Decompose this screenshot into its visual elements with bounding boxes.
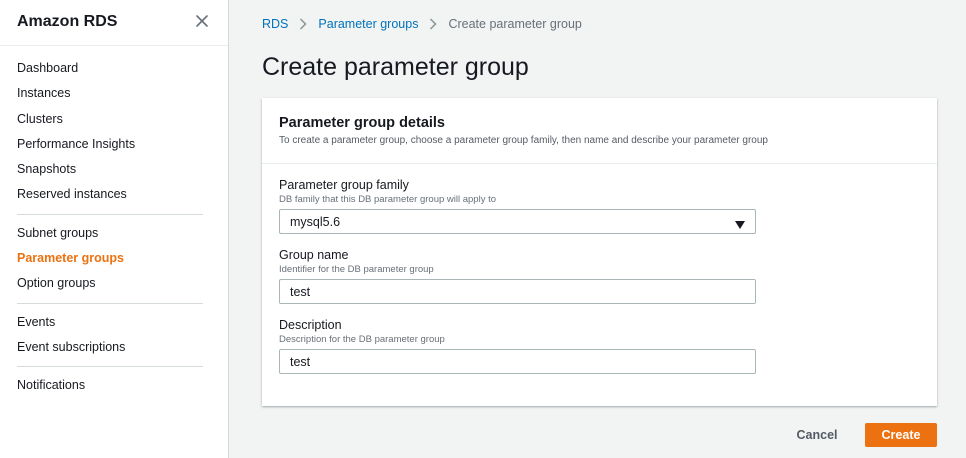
create-button[interactable]: Create [865, 423, 937, 447]
page-title: Create parameter group [262, 53, 529, 81]
input-value: test [290, 354, 311, 369]
caret-down-icon [735, 218, 745, 229]
breadcrumb-parameter-groups[interactable]: Parameter groups [318, 17, 418, 31]
sidebar-title: Amazon RDS [17, 13, 118, 30]
sidebar-item-dashboard[interactable]: Dashboard [0, 56, 229, 81]
field-help: Description for the DB parameter group [279, 334, 445, 345]
nav-divider [17, 213, 203, 215]
nav-divider [17, 366, 203, 368]
input-value: test [290, 284, 311, 299]
panel-body: Parameter group family DB family that th… [262, 164, 937, 374]
field-group-name: Group name Identifier for the DB paramet… [279, 248, 937, 304]
sidebar-item-performance-insights[interactable]: Performance Insights [0, 132, 229, 157]
field-label: Parameter group family [279, 178, 409, 192]
description-input[interactable]: test [279, 349, 756, 374]
breadcrumb: RDS Parameter groups Create parameter gr… [262, 17, 582, 31]
sidebar-header: Amazon RDS [0, 0, 228, 46]
chevron-right-icon [429, 18, 438, 30]
sidebar-item-parameter-groups[interactable]: Parameter groups [0, 246, 229, 271]
field-parameter-group-family: Parameter group family DB family that th… [279, 178, 937, 234]
nav-divider [17, 302, 203, 304]
sidebar-item-events[interactable]: Events [0, 310, 229, 335]
select-value: mysql5.6 [290, 214, 341, 229]
sidebar-nav: Dashboard Instances Clusters Performance In… [0, 56, 229, 399]
form-actions: Cancel Create [0, 423, 966, 447]
field-help: DB family that this DB parameter group w… [279, 194, 497, 205]
field-label: Group name [279, 248, 349, 262]
field-description: Description Description for the DB param… [279, 318, 937, 374]
chevron-right-icon [299, 18, 307, 30]
parameter-group-details-panel: Parameter group details To create a para… [262, 98, 937, 406]
sidebar-item-event-subscriptions[interactable]: Event subscriptions [0, 335, 229, 360]
panel-title: Parameter group details [279, 115, 445, 131]
panel-description: To create a parameter group, choose a pa… [279, 135, 768, 146]
close-icon[interactable] [193, 12, 211, 30]
breadcrumb-rds[interactable]: RDS [262, 17, 288, 31]
parameter-group-family-select[interactable]: mysql5.6 [279, 209, 756, 234]
sidebar-item-notifications[interactable]: Notifications [0, 373, 229, 398]
sidebar-item-snapshots[interactable]: Snapshots [0, 157, 229, 182]
sidebar-item-subnet-groups[interactable]: Subnet groups [0, 221, 229, 246]
group-name-input[interactable]: test [279, 279, 756, 304]
panel-header: Parameter group details To create a para… [262, 98, 937, 164]
field-label: Description [279, 318, 342, 332]
sidebar-item-reserved-instances[interactable]: Reserved instances [0, 182, 229, 207]
sidebar-item-instances[interactable]: Instances [0, 81, 229, 106]
sidebar-item-clusters[interactable]: Clusters [0, 107, 229, 132]
cancel-button[interactable]: Cancel [784, 423, 850, 447]
breadcrumb-current: Create parameter group [448, 17, 582, 31]
sidebar: Amazon RDS Dashboard Instances Clusters Per… [0, 0, 229, 458]
field-help: Identifier for the DB parameter group [279, 264, 434, 275]
sidebar-item-option-groups[interactable]: Option groups [0, 271, 229, 296]
